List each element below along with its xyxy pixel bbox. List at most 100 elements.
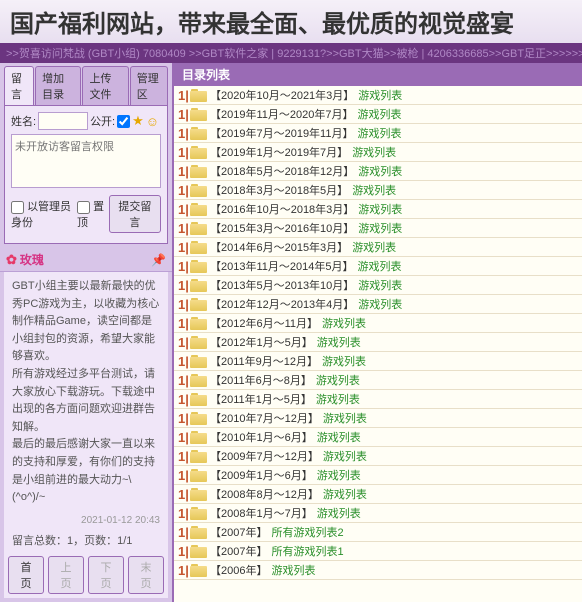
- item-link[interactable]: 游戏列表: [352, 144, 396, 160]
- item-number-icon: 1|: [178, 297, 190, 312]
- item-link[interactable]: 游戏列表: [317, 334, 361, 350]
- list-item[interactable]: 1|【2008年8月～12月】游戏列表: [174, 485, 582, 504]
- item-number-icon: 1|: [178, 183, 190, 198]
- page-first-button[interactable]: 首页: [8, 556, 44, 594]
- list-item[interactable]: 1|【2012年6月～11月】游戏列表: [174, 314, 582, 333]
- item-link[interactable]: 游戏列表: [323, 410, 367, 426]
- list-item[interactable]: 1| 【2009年1月～6月】游戏列表: [174, 466, 582, 485]
- item-number-icon: 1|: [178, 506, 190, 521]
- tab-message[interactable]: 留言: [4, 66, 34, 105]
- list-item[interactable]: 1|【2015年3月～2016年10月】游戏列表: [174, 219, 582, 238]
- item-link[interactable]: 游戏列表: [322, 315, 366, 331]
- item-text: 【2010年1月～6月】: [210, 429, 313, 445]
- tab-upload[interactable]: 上传文件: [82, 66, 128, 105]
- item-link[interactable]: 游戏列表: [357, 125, 401, 141]
- list-item[interactable]: 1|【2008年1月～7月】游戏列表: [174, 504, 582, 523]
- list-item[interactable]: 1|【2020年10月～2021年3月】游戏列表: [174, 86, 582, 105]
- page-prev-button: 上页: [48, 556, 84, 594]
- page-next-button: 下页: [88, 556, 124, 594]
- folder-icon: [190, 202, 208, 216]
- item-link[interactable]: 游戏列表: [317, 467, 361, 483]
- item-link[interactable]: 游戏列表: [358, 163, 402, 179]
- item-number-icon: 1|: [178, 259, 190, 274]
- item-text: 【2007年】: [210, 543, 267, 559]
- folder-icon: [190, 506, 208, 520]
- submit-button[interactable]: 提交留言: [109, 195, 161, 233]
- list-item[interactable]: 1|【2012年1月～5月】游戏列表: [174, 333, 582, 352]
- item-number-icon: 1|: [178, 126, 190, 141]
- item-number-icon: 1|: [178, 335, 190, 350]
- item-link[interactable]: 游戏列表: [352, 182, 396, 198]
- item-link[interactable]: 游戏列表: [316, 372, 360, 388]
- list-item[interactable]: 1|【2012年12月～2013年4月】游戏列表: [174, 295, 582, 314]
- item-link[interactable]: 游戏列表: [271, 562, 315, 578]
- admin-checkbox[interactable]: [11, 201, 24, 214]
- smiley-icon[interactable]: ☺: [146, 114, 159, 129]
- list-item[interactable]: 1|【2018年3月～2018年5月】游戏列表: [174, 181, 582, 200]
- item-link[interactable]: 游戏列表: [358, 277, 402, 293]
- list-item[interactable]: 1|【2019年1月～2019年7月】游戏列表: [174, 143, 582, 162]
- item-link[interactable]: 游戏列表: [352, 239, 396, 255]
- item-link[interactable]: 游戏列表: [316, 391, 360, 407]
- item-link[interactable]: 游戏列表: [358, 87, 402, 103]
- folder-icon: [190, 525, 208, 539]
- list-item[interactable]: 1|【2009年7月～12月】游戏列表: [174, 447, 582, 466]
- list-item[interactable]: 1|【2013年11月～2014年5月】游戏列表: [174, 257, 582, 276]
- list-item[interactable]: 1| 【2010年1月～6月】游戏列表: [174, 428, 582, 447]
- directory-list-title: 目录列表: [174, 63, 582, 86]
- list-item[interactable]: 1|【2010年7月～12月】游戏列表: [174, 409, 582, 428]
- list-item[interactable]: 1|【2011年6月～8月】游戏列表: [174, 371, 582, 390]
- list-item[interactable]: 1|【2016年10月～2018年3月】游戏列表: [174, 200, 582, 219]
- item-text: 【2009年1月～6月】: [210, 467, 313, 483]
- star-icon[interactable]: ★: [132, 113, 144, 129]
- item-link[interactable]: 所有游戏列表1: [271, 543, 343, 559]
- item-number-icon: 1|: [178, 525, 190, 540]
- item-number-icon: 1|: [178, 430, 190, 445]
- item-number-icon: 1|: [178, 468, 190, 483]
- item-text: 【2019年7月～2019年11月】: [210, 125, 353, 141]
- list-item[interactable]: 1|【2011年9月～12月】游戏列表: [174, 352, 582, 371]
- list-item[interactable]: 1|【2018年5月～2018年12月】游戏列表: [174, 162, 582, 181]
- name-label: 姓名:: [11, 113, 36, 129]
- item-link[interactable]: 游戏列表: [322, 353, 366, 369]
- folder-icon: [190, 183, 208, 197]
- item-link[interactable]: 游戏列表: [358, 201, 402, 217]
- folder-icon: [190, 107, 208, 121]
- list-item[interactable]: 1|【2007年】所有游戏列表1: [174, 542, 582, 561]
- pin-checkbox[interactable]: [77, 201, 90, 214]
- list-item[interactable]: 1|【2011年1月～5月】游戏列表: [174, 390, 582, 409]
- name-input[interactable]: [38, 112, 88, 130]
- folder-icon: [190, 563, 208, 577]
- item-link[interactable]: 游戏列表: [357, 258, 401, 274]
- item-link[interactable]: 游戏列表: [317, 429, 361, 445]
- admin-identity-label[interactable]: 以管理员身份: [11, 198, 75, 230]
- item-text: 【2011年9月～12月】: [210, 353, 318, 369]
- list-item[interactable]: 1|【2019年11月～2020年7月】游戏列表: [174, 105, 582, 124]
- folder-icon: [190, 468, 208, 482]
- list-item[interactable]: 1|【2014年6月～2015年3月】游戏列表: [174, 238, 582, 257]
- public-checkbox[interactable]: [117, 115, 130, 128]
- folder-icon: [190, 544, 208, 558]
- list-item[interactable]: 1|【2013年5月～2013年10月】游戏列表: [174, 276, 582, 295]
- item-text: 【2019年1月～2019年7月】: [210, 144, 348, 160]
- item-link[interactable]: 游戏列表: [357, 106, 401, 122]
- list-item[interactable]: 1| 【2019年7月～2019年11月】游戏列表: [174, 124, 582, 143]
- item-link[interactable]: 游戏列表: [317, 505, 361, 521]
- pin-label[interactable]: 置顶: [77, 198, 107, 230]
- item-link[interactable]: 游戏列表: [323, 448, 367, 464]
- item-link[interactable]: 游戏列表: [358, 220, 402, 236]
- header-title: 国产福利网站，带来最全面、最优质的视觉盛宴: [10, 11, 514, 38]
- message-textarea[interactable]: [11, 134, 161, 188]
- item-text: 【2010年7月～12月】: [210, 410, 319, 426]
- item-number-icon: 1|: [178, 221, 190, 236]
- list-item[interactable]: 1|【2007年】所有游戏列表2: [174, 523, 582, 542]
- list-item[interactable]: 1|【2006年】游戏列表: [174, 561, 582, 580]
- item-number-icon: 1|: [178, 373, 190, 388]
- item-text: 【2016年10月～2018年3月】: [210, 201, 354, 217]
- folder-icon: [190, 449, 208, 463]
- tab-admin[interactable]: 管理区: [130, 66, 168, 105]
- item-link[interactable]: 所有游戏列表2: [271, 524, 343, 540]
- top-breadcrumb-bar: >>贺喜访问梵战 (GBT小组) 7080409 >>GBT软件之家 | 922…: [0, 43, 582, 63]
- item-link[interactable]: 游戏列表: [358, 296, 402, 312]
- tab-add-dir[interactable]: 增加目录: [35, 66, 81, 105]
